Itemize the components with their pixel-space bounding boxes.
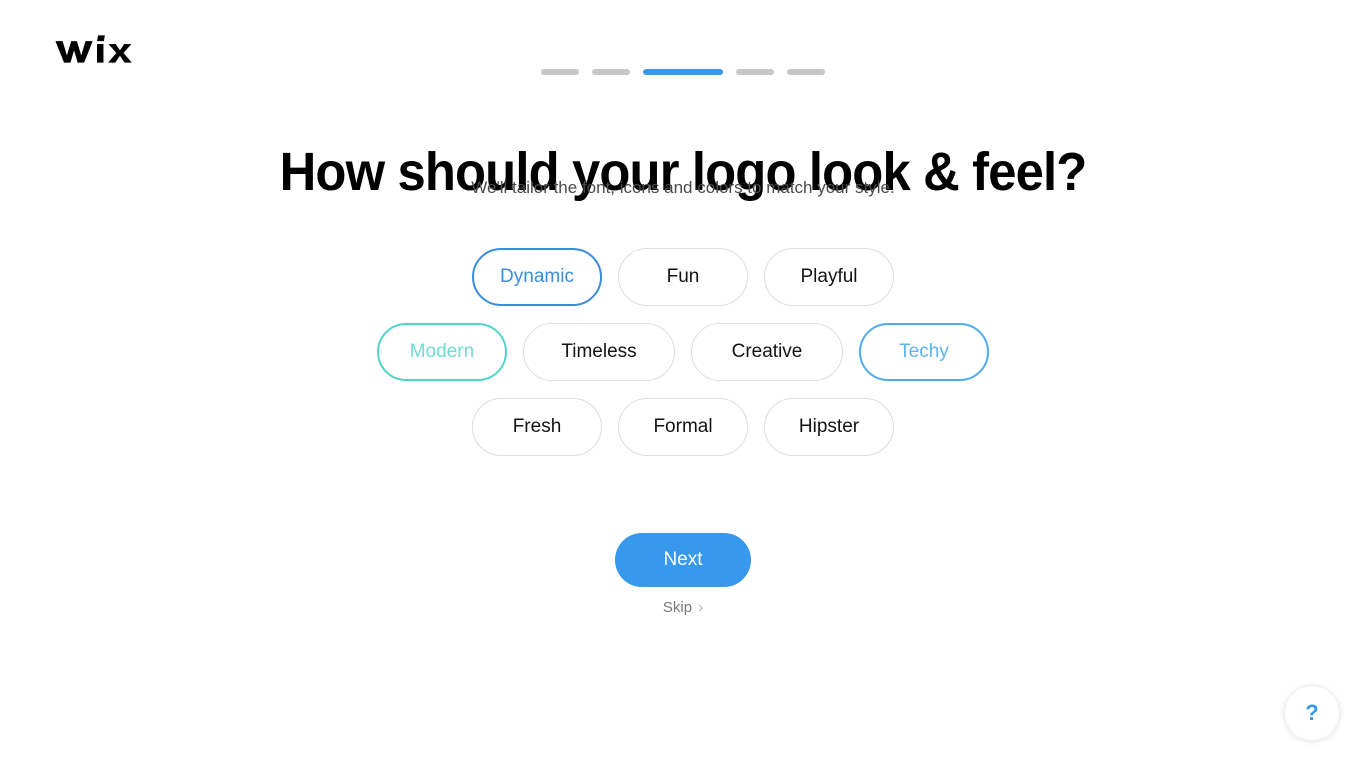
skip-label: Skip [662,599,693,616]
style-chip-formal[interactable]: Formal [618,398,748,456]
style-chip-fresh[interactable]: Fresh [472,398,602,456]
style-chip-group: Dynamic Fun Playful Modern Timeless Creative T… [0,248,1366,473]
skip-link[interactable]: Skip › [0,599,1366,616]
progress-indicator [0,69,1366,75]
question-mark-icon: ? [1305,700,1319,725]
progress-step-4 [736,69,774,75]
style-chip-timeless[interactable]: Timeless [523,323,675,381]
chip-row-3: Fresh Formal Hipster [0,398,1366,456]
chevron-right-icon: › [698,599,704,616]
progress-step-3 [643,69,723,75]
page-subtitle: We'll tailor the font, icons and colors … [471,178,895,197]
style-chip-fun[interactable]: Fun [618,248,748,306]
progress-step-2 [592,69,630,75]
help-button[interactable]: ? [1284,685,1340,741]
progress-step-1 [541,69,579,75]
style-chip-creative[interactable]: Creative [691,323,843,381]
chip-row-1: Dynamic Fun Playful [0,248,1366,306]
style-chip-techy[interactable]: Techy [859,323,989,381]
next-button[interactable]: Next [615,533,751,587]
action-area: Next Skip › [0,533,1366,616]
style-chip-hipster[interactable]: Hipster [764,398,894,456]
wix-logo[interactable] [54,33,140,69]
style-chip-dynamic[interactable]: Dynamic [472,248,602,306]
style-chip-playful[interactable]: Playful [764,248,894,306]
progress-step-5 [787,69,825,75]
chip-row-2: Modern Timeless Creative Techy [0,323,1366,381]
style-chip-modern[interactable]: Modern [377,323,507,381]
